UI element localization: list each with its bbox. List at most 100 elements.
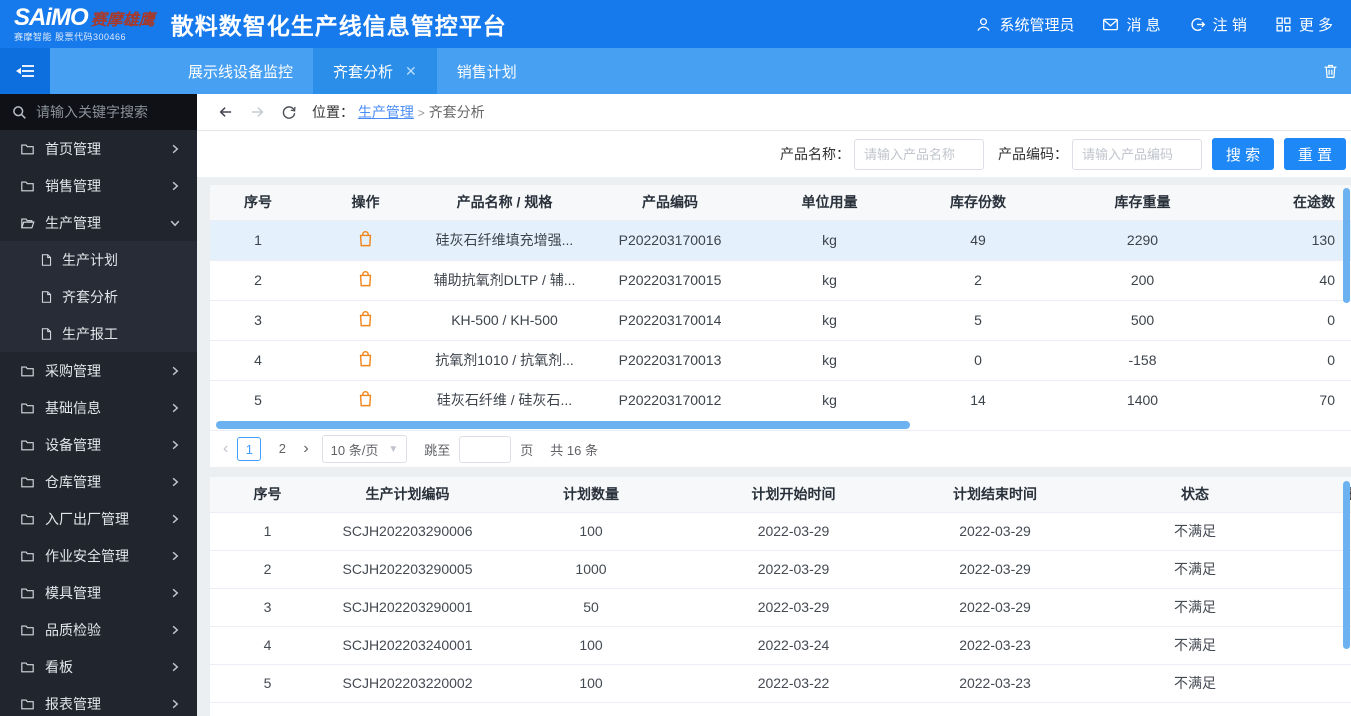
table-row[interactable]: 2 辅助抗氧剂DLTP / 辅... P202203170015 kg 2 20… xyxy=(210,259,1351,300)
forward-icon[interactable] xyxy=(249,104,266,120)
chevron-right-icon xyxy=(169,365,181,377)
page-unit-label: 页 xyxy=(520,442,534,458)
folder-icon xyxy=(20,401,35,415)
chevron-right-icon xyxy=(169,513,181,525)
table-row[interactable]: 1 SCJH202203290006 100 2022-03-29 2022-0… xyxy=(210,512,1351,550)
reset-button[interactable]: 重 置 xyxy=(1284,138,1346,170)
table-row[interactable]: 3 KH-500 / KH-500 P202203170014 kg 5 500… xyxy=(210,299,1351,340)
sidebar-item[interactable]: 设备管理 xyxy=(0,426,197,463)
more-button[interactable]: 更 多 xyxy=(1275,14,1333,35)
tab-bar: 展示线设备监控 齐套分析 ✕ 销售计划 xyxy=(0,48,1351,94)
product-name-label: 产品名称： xyxy=(780,146,850,162)
shopping-bag-icon[interactable] xyxy=(356,269,375,288)
search-icon xyxy=(12,105,27,120)
vertical-scrollbar-thumb[interactable] xyxy=(1343,481,1350,649)
shopping-bag-icon[interactable] xyxy=(356,389,375,408)
search-button[interactable]: 搜 索 xyxy=(1212,138,1274,170)
sidebar-item[interactable]: 看板 xyxy=(0,648,197,685)
product-code-label: 产品编码： xyxy=(998,146,1068,162)
jump-page-input[interactable] xyxy=(459,435,512,463)
breadcrumb-parent-link[interactable]: 生产管理 xyxy=(358,104,414,120)
close-all-tabs-button[interactable] xyxy=(1322,62,1339,80)
sidebar-subitem[interactable]: 齐套分析 xyxy=(0,278,197,315)
partial-row xyxy=(210,702,1351,714)
column-header: 产品名称 / 规格 xyxy=(425,185,584,221)
logout-button[interactable]: 注 销 xyxy=(1189,14,1247,35)
sidebar-item[interactable]: 仓库管理 xyxy=(0,463,197,500)
folder-icon xyxy=(20,660,35,674)
tab-item[interactable]: 展示线设备监控 xyxy=(168,48,313,94)
messages-button[interactable]: 消 息 xyxy=(1102,14,1161,35)
sidebar-search-input[interactable] xyxy=(36,104,176,120)
column-header: 单位用量 xyxy=(756,185,903,221)
folder-icon xyxy=(20,549,35,563)
sidebar-subitem[interactable]: 生产报工 xyxy=(0,315,197,352)
product-code-input[interactable] xyxy=(1072,138,1202,170)
table-row[interactable]: 2 SCJH202203290005 1000 2022-03-29 2022-… xyxy=(210,549,1351,588)
sidebar-item[interactable]: 生产管理 xyxy=(0,204,197,241)
horizontal-scrollbar[interactable] xyxy=(210,420,1351,430)
table-row[interactable]: 4 抗氧剂1010 / 抗氧剂... P202203170013 kg 0 -1… xyxy=(210,339,1351,380)
sidebar-item[interactable]: 报表管理 xyxy=(0,685,197,716)
prev-page-button[interactable]: ‹ xyxy=(223,440,228,458)
column-header: 库存份数 xyxy=(903,185,1053,221)
column-header: 生产计划编码 xyxy=(325,477,490,513)
column-header: 计划结束时间 xyxy=(895,477,1095,513)
sidebar-item[interactable]: 基础信息 xyxy=(0,389,197,426)
filter-bar: 产品名称： 产品编码： 搜 索 重 置 xyxy=(197,131,1351,177)
sidebar-item[interactable]: 采购管理 xyxy=(0,352,197,389)
products-header-row: 序号 操作 产品名称 / 规格 产品编码 单位用量 库存份数 库存重量 在途数 xyxy=(210,185,1351,221)
horizontal-scrollbar-thumb[interactable] xyxy=(216,421,910,429)
mail-icon xyxy=(1102,16,1119,33)
back-icon[interactable] xyxy=(217,104,234,120)
table-row[interactable]: 5 SCJH202203220002 100 2022-03-22 2022-0… xyxy=(210,663,1351,702)
chevron-right-icon xyxy=(169,476,181,488)
table-row[interactable]: 4 SCJH202203240001 100 2022-03-24 2022-0… xyxy=(210,625,1351,664)
product-name-input[interactable] xyxy=(854,138,984,170)
status-badge: 不满足 xyxy=(1095,549,1295,588)
user-menu[interactable]: 系统管理员 xyxy=(975,14,1074,35)
table-row[interactable]: 3 SCJH202203290001 50 2022-03-29 2022-03… xyxy=(210,587,1351,626)
folder-icon xyxy=(20,475,35,489)
trash-icon xyxy=(1322,62,1339,80)
messages-label: 消 息 xyxy=(1126,16,1161,34)
chevron-right-icon xyxy=(169,624,181,636)
chevron-right-icon xyxy=(169,402,181,414)
tab-item[interactable]: 销售计划 xyxy=(437,48,537,94)
more-label: 更 多 xyxy=(1298,16,1333,34)
sidebar-item[interactable]: 作业安全管理 xyxy=(0,537,197,574)
folder-icon xyxy=(20,512,35,526)
folder-icon xyxy=(20,697,35,711)
page-number-1[interactable]: 1 xyxy=(237,437,262,461)
table-row[interactable]: 1 硅灰石纤维填充增强... P202203170016 kg 49 2290 … xyxy=(210,220,1351,260)
sidebar-item[interactable]: 首页管理 xyxy=(0,130,197,167)
table-row[interactable]: 5 硅灰石纤维 / 硅灰石... P202203170012 kg 14 140… xyxy=(210,379,1351,420)
chevron-right-icon xyxy=(169,550,181,562)
collapse-sidebar-button[interactable] xyxy=(0,48,50,94)
sidebar-item[interactable]: 销售管理 xyxy=(0,167,197,204)
close-icon[interactable]: ✕ xyxy=(405,63,417,80)
column-header: 序号 xyxy=(210,477,325,513)
next-page-button[interactable]: › xyxy=(303,440,308,458)
page-number-2[interactable]: 2 xyxy=(270,437,294,461)
sidebar-search xyxy=(0,94,197,130)
logout-icon xyxy=(1189,16,1206,33)
sidebar-item[interactable]: 模具管理 xyxy=(0,574,197,611)
refresh-icon[interactable] xyxy=(281,104,297,120)
breadcrumb-current: 齐套分析 xyxy=(428,104,485,120)
page-size-select[interactable]: 10 条/页 ▼ xyxy=(321,435,408,463)
user-name: 系统管理员 xyxy=(999,16,1075,34)
shopping-bag-icon[interactable] xyxy=(356,229,375,248)
file-icon xyxy=(40,290,53,304)
shopping-bag-icon[interactable] xyxy=(356,309,375,328)
sidebar-subitem[interactable]: 生产计划 xyxy=(0,241,197,278)
shopping-bag-icon[interactable] xyxy=(356,349,375,368)
products-table-card: 序号 操作 产品名称 / 规格 产品编码 单位用量 库存份数 库存重量 在途数 … xyxy=(210,185,1351,467)
vertical-scrollbar-thumb[interactable] xyxy=(1343,188,1350,303)
tab-active[interactable]: 齐套分析 ✕ xyxy=(313,48,437,94)
column-header: 库存重量 xyxy=(1053,185,1232,221)
folder-icon xyxy=(20,586,35,600)
sidebar-item[interactable]: 品质检验 xyxy=(0,611,197,648)
sidebar-item[interactable]: 入厂出厂管理 xyxy=(0,500,197,537)
chevron-down-icon xyxy=(169,217,181,229)
